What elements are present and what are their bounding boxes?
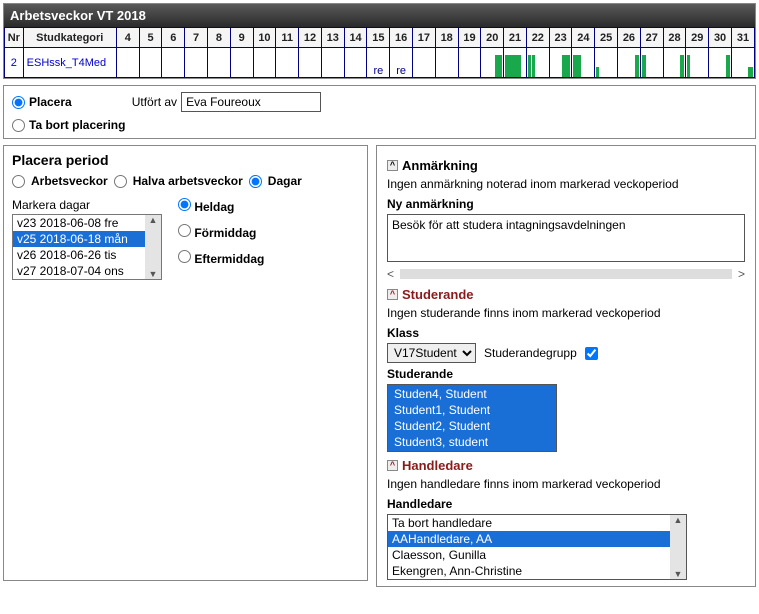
- scroll-left-icon[interactable]: <: [387, 267, 394, 281]
- stud-title: Studerande: [402, 287, 474, 302]
- scroll-down-icon[interactable]: ▼: [674, 569, 683, 579]
- collapse-icon[interactable]: ^: [387, 460, 398, 471]
- period-title: Placera period: [12, 152, 359, 168]
- weeks-title: Arbetsveckor VT 2018: [4, 4, 755, 27]
- scroll-up-icon[interactable]: ▲: [674, 515, 683, 525]
- col-stud: Studkategori: [23, 28, 116, 48]
- hand-scrollbar[interactable]: ▲▼: [670, 515, 686, 579]
- scroll-down-icon[interactable]: ▼: [149, 269, 158, 279]
- hand-label: Handledare: [387, 497, 745, 511]
- hand-none: Ingen handledare finns inom markerad vec…: [387, 477, 745, 491]
- weeks-header-row: Nr Studkategori 4 5 6 7 8 9 10 11 12 13 …: [5, 28, 755, 48]
- studlist-label: Studerande: [387, 367, 745, 381]
- dagar-radio[interactable]: [249, 175, 262, 188]
- collapse-icon[interactable]: ^: [387, 160, 398, 171]
- weeks-data-row[interactable]: 2 ESHssk_T4Med re re: [5, 48, 755, 78]
- weeks-panel: Arbetsveckor VT 2018 Nr Studkategori 4 5…: [3, 3, 756, 79]
- nyanm-label: Ny anmärkning: [387, 197, 745, 211]
- placera-radio[interactable]: [12, 96, 25, 109]
- row-nr: 2: [5, 48, 24, 78]
- grp-label: Studerandegrupp: [484, 346, 577, 360]
- heldag-radio[interactable]: [178, 198, 191, 211]
- stud-listbox[interactable]: Studen4, Student Student1, Student Stude…: [387, 384, 557, 452]
- anm-textarea[interactable]: Besök för att studera intagningsavdelnin…: [387, 214, 745, 262]
- weeks-table: Nr Studkategori 4 5 6 7 8 9 10 11 12 13 …: [4, 27, 755, 78]
- scroll-right-icon[interactable]: >: [738, 267, 745, 281]
- days-scrollbar[interactable]: ▲▼: [145, 215, 161, 279]
- anm-title: Anmärkning: [402, 158, 478, 173]
- period-panel: Placera period Arbetsveckor Halva arbets…: [3, 145, 368, 581]
- grp-checkbox[interactable]: [585, 347, 598, 360]
- stud-none: Ingen studerande finns inom markerad vec…: [387, 306, 745, 320]
- col-nr: Nr: [5, 28, 24, 48]
- cell-re-16[interactable]: re: [390, 48, 413, 78]
- tabort-radio[interactable]: [12, 119, 25, 132]
- utfort-label: Utfört av: [132, 95, 177, 109]
- arbets-radio[interactable]: [12, 175, 25, 188]
- row-stud[interactable]: ESHssk_T4Med: [23, 48, 116, 78]
- form-radio[interactable]: [178, 224, 191, 237]
- klass-label: Klass: [387, 326, 745, 340]
- hand-listbox[interactable]: Ta bort handledare AAHandledare, AA Clae…: [387, 514, 687, 580]
- eft-radio[interactable]: [178, 250, 191, 263]
- utfort-input[interactable]: [181, 92, 321, 112]
- klass-select[interactable]: V17Student: [387, 343, 476, 363]
- days-listbox[interactable]: v23 2018-06-08 fre v25 2018-06-18 mån v2…: [12, 214, 162, 280]
- tabort-label: Ta bort placering: [29, 118, 125, 132]
- anm-hscroll[interactable]: < >: [387, 267, 745, 281]
- scroll-up-icon[interactable]: ▲: [149, 215, 158, 225]
- cell-re-15[interactable]: re: [367, 48, 390, 78]
- halva-radio[interactable]: [114, 175, 127, 188]
- hand-title: Handledare: [402, 458, 473, 473]
- markera-label: Markera dagar: [12, 198, 162, 212]
- anm-none: Ingen anmärkning noterad inom markerad v…: [387, 177, 745, 191]
- placera-label: Placera: [29, 95, 72, 109]
- place-panel: Placera Utfört av Ta bort placering: [3, 85, 756, 139]
- right-panel: ^ Anmärkning Ingen anmärkning noterad ino…: [376, 145, 756, 587]
- collapse-icon[interactable]: ^: [387, 289, 398, 300]
